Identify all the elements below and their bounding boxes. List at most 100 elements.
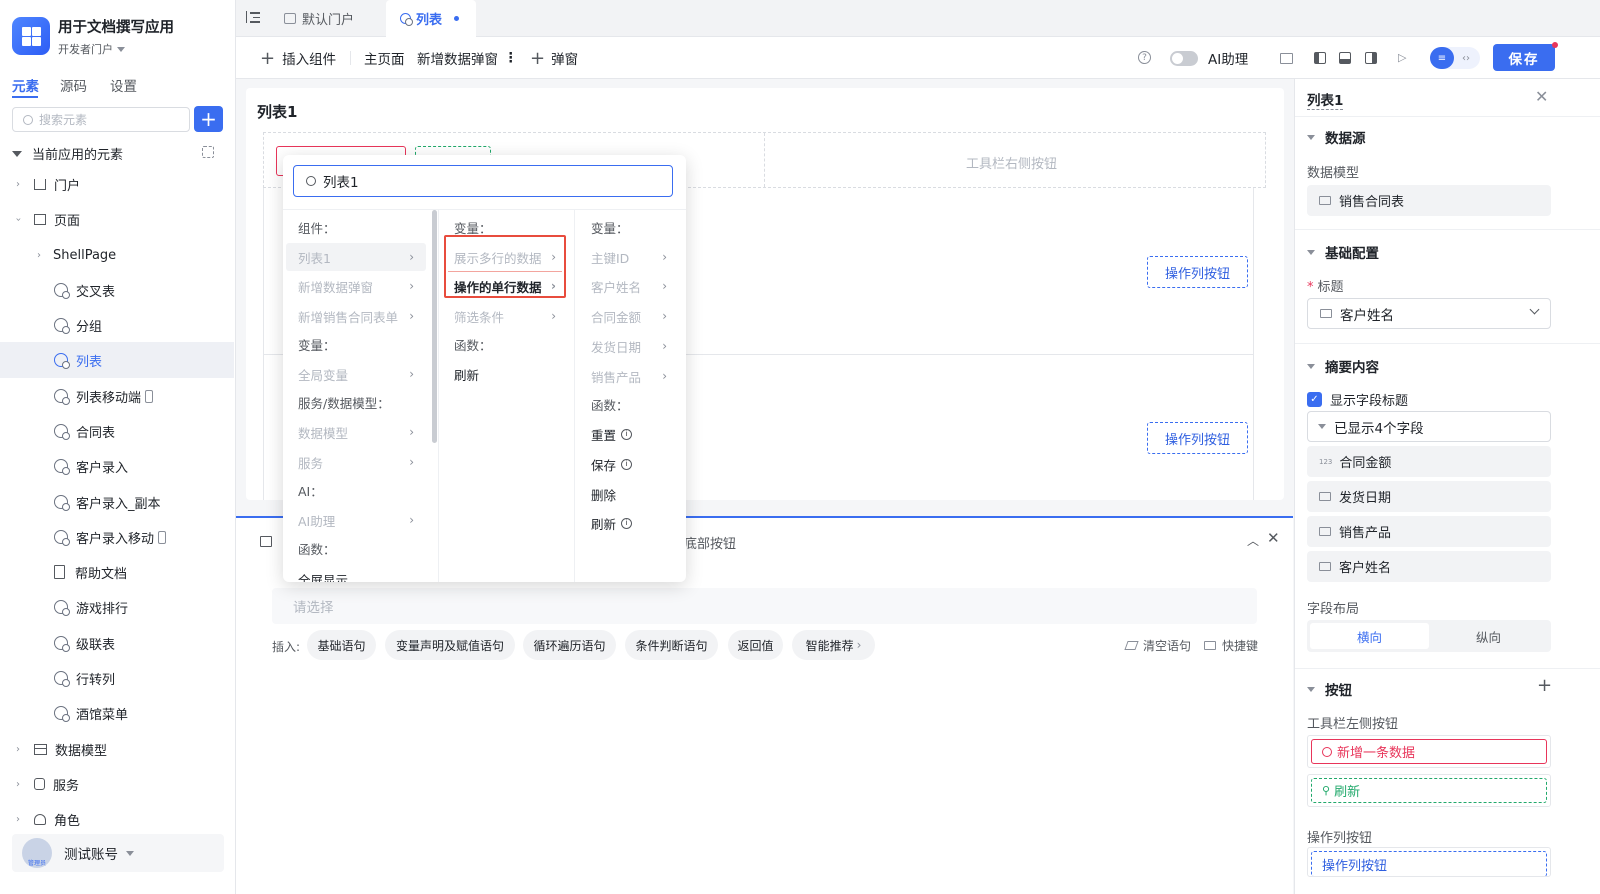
pill-return-value[interactable]: 返回值 xyxy=(728,630,783,660)
collapse-up-icon[interactable]: ︿ xyxy=(1247,532,1259,549)
expression-select[interactable]: 请选择 xyxy=(272,588,1257,624)
tree-section-header[interactable]: 当前应用的元素 xyxy=(12,144,123,163)
tree-item-page[interactable]: 分组 xyxy=(0,307,234,343)
tree-item-page[interactable]: 游戏排行 xyxy=(0,589,234,625)
tree-item-page[interactable]: 行转列 xyxy=(0,660,234,696)
add-record-button[interactable]: 新增一条数据 xyxy=(1311,739,1547,764)
show-field-title-checkbox[interactable]: ✓ 显示字段标题 xyxy=(1307,390,1408,409)
data-model-field[interactable]: 销售合同表 xyxy=(1307,185,1551,216)
pill-condition-statement[interactable]: 条件判断语句 xyxy=(625,630,718,660)
code-mode-icon[interactable]: ‹› xyxy=(1454,47,1478,69)
tree-item-page[interactable]: 客户录入 xyxy=(0,448,234,484)
tree-item-doc[interactable]: 帮助文档 xyxy=(0,554,234,590)
close-icon[interactable]: ✕ xyxy=(1267,529,1280,547)
tree-item-page-selected[interactable]: 列表 xyxy=(0,342,234,378)
new-dialog-button[interactable]: 新增数据弹窗 ⋮ xyxy=(417,37,518,79)
mode-switch[interactable]: ≡ ‹› xyxy=(1430,47,1480,69)
layout-vertical-option[interactable]: 纵向 xyxy=(1429,623,1548,649)
tree-item-page[interactable]: 列表移动端 xyxy=(0,378,234,414)
bottom-panel-toggle-icon[interactable] xyxy=(1339,52,1351,68)
main-page-button[interactable]: 主页面 xyxy=(364,37,405,79)
tree-item-pages[interactable]: › 页面 xyxy=(0,201,234,237)
pill-loop-statement[interactable]: 循环遍历语句 xyxy=(523,630,616,660)
popup-button[interactable]: + 弹窗 xyxy=(530,37,578,79)
right-panel-toggle-icon[interactable] xyxy=(1365,52,1377,68)
tree-item-page[interactable]: 交叉表 xyxy=(0,272,234,308)
summary-field-item[interactable]: 123 合同金额 xyxy=(1307,446,1551,477)
picker-item-refresh[interactable]: 刷新 i xyxy=(591,509,633,537)
ai-toggle[interactable] xyxy=(1170,51,1198,66)
collapse-all-icon[interactable] xyxy=(202,146,214,158)
tree-item-page[interactable]: 合同表 xyxy=(0,413,234,449)
title-select[interactable]: 客户姓名 xyxy=(1307,298,1551,329)
picker-item-list1[interactable]: 列表1 › xyxy=(286,243,426,271)
tab-default-portal[interactable]: 默认门户 xyxy=(270,0,386,37)
tree-item-page[interactable]: 酒馆菜单 xyxy=(0,695,234,731)
section-buttons[interactable]: 按钮 xyxy=(1307,679,1352,699)
picker-search-input[interactable]: 列表1 xyxy=(293,165,673,197)
picker-item-new-contract-form[interactable]: 新增销售合同表单 › xyxy=(298,302,414,330)
picker-item-filter[interactable]: 筛选条件 › xyxy=(454,302,556,330)
layout-horizontal-option[interactable]: 横向 xyxy=(1310,623,1429,649)
picker-item-global-var[interactable]: 全局变量 › xyxy=(298,360,414,388)
close-icon[interactable]: ✕ xyxy=(1535,87,1548,106)
tree-item-page[interactable]: 级联表 xyxy=(0,625,234,661)
picker-item-data-model[interactable]: 数据模型 › xyxy=(298,418,414,446)
refresh-button[interactable]: ⚲ 刷新 xyxy=(1311,778,1547,803)
shortcut-button[interactable]: 快捷键 xyxy=(1204,637,1258,654)
section-datasource[interactable]: 数据源 xyxy=(1307,127,1366,147)
tab-source[interactable]: 源码 xyxy=(60,75,87,95)
section-summary[interactable]: 摘要内容 xyxy=(1307,356,1379,376)
help-icon[interactable]: ? xyxy=(1138,51,1151,64)
add-button-icon[interactable]: + xyxy=(1537,675,1552,696)
pill-smart-recommend[interactable]: 智能推荐 › xyxy=(792,630,875,660)
summary-field-item[interactable]: 发货日期 xyxy=(1307,481,1551,512)
scrollbar-thumb[interactable] xyxy=(432,210,437,443)
summary-field-item[interactable]: 客户姓名 xyxy=(1307,551,1551,582)
tab-list[interactable]: 列表 xyxy=(386,0,476,37)
insert-component-button[interactable]: + 插入组件 xyxy=(260,37,336,79)
pill-basic-statement[interactable]: 基础语句 xyxy=(307,630,376,660)
op-column-button-row2[interactable]: 操作列按钮 xyxy=(1147,422,1248,454)
portal-switch[interactable]: 开发者门户 xyxy=(58,41,125,57)
picker-item-ship-date[interactable]: 发货日期 › xyxy=(591,332,667,360)
save-button[interactable]: 保存 xyxy=(1493,44,1555,71)
search-input[interactable]: 搜索元素 xyxy=(12,107,190,132)
tree-item-portal[interactable]: › 门户 xyxy=(0,166,234,202)
picker-item-product[interactable]: 销售产品 › xyxy=(591,362,667,390)
component-name[interactable]: 列表1 xyxy=(1307,89,1344,110)
picker-item-contract-amount[interactable]: 合同金额 › xyxy=(591,302,667,330)
summary-field-item[interactable]: 销售产品 xyxy=(1307,516,1551,547)
shown-fields-toggle[interactable]: 已显示4个字段 xyxy=(1307,411,1551,442)
picker-item-refresh[interactable]: 刷新 xyxy=(454,360,479,388)
picker-item-save[interactable]: 保存 i xyxy=(591,450,633,478)
picker-item-delete[interactable]: 删除 xyxy=(591,480,616,508)
picker-item-new-dialog[interactable]: 新增数据弹窗 › xyxy=(298,272,414,300)
tree-item-service[interactable]: › 服务 xyxy=(0,766,234,802)
pill-variable-statement[interactable]: 变量声明及赋值语句 xyxy=(385,630,515,660)
account-menu[interactable]: 管理员 测试账号 xyxy=(12,834,224,872)
tab-elements[interactable]: 元素 xyxy=(12,75,39,95)
op-column-button[interactable]: 操作列按钮 xyxy=(1311,851,1547,876)
picker-item-reset[interactable]: 重置 i xyxy=(591,420,633,448)
picker-item-ai-assistant[interactable]: AI助理 › xyxy=(298,506,414,534)
collapse-sidebar-icon[interactable] xyxy=(246,11,260,23)
design-mode-icon[interactable]: ≡ xyxy=(1430,47,1454,69)
preview-play-icon[interactable]: ▷ xyxy=(1398,51,1406,64)
picker-item-pk[interactable]: 主键ID › xyxy=(591,243,667,271)
section-basic[interactable]: 基础配置 xyxy=(1307,242,1379,262)
add-element-button[interactable]: + xyxy=(194,106,223,132)
tab-settings[interactable]: 设置 xyxy=(110,75,137,95)
left-panel-toggle-icon[interactable] xyxy=(1314,52,1326,68)
tree-item-page[interactable]: 客户录入移动 xyxy=(0,519,234,555)
op-column-button-row1[interactable]: 操作列按钮 xyxy=(1147,256,1248,288)
tree-item-shellpage[interactable]: › ShellPage xyxy=(0,237,234,273)
clear-statement-button[interactable]: 清空语句 xyxy=(1124,637,1191,654)
tree-item-data-model[interactable]: › 数据模型 xyxy=(0,731,234,767)
picker-item-service[interactable]: 服务 › xyxy=(298,448,414,476)
tree-item-roles[interactable]: › 角色 xyxy=(0,801,234,837)
tree-item-page[interactable]: 客户录入_副本 xyxy=(0,484,234,520)
layout-toggle-icon[interactable] xyxy=(1280,53,1293,64)
picker-item-customer-name[interactable]: 客户姓名 › xyxy=(591,272,667,300)
picker-item-fullscreen[interactable]: 全屏显示 xyxy=(298,564,348,582)
